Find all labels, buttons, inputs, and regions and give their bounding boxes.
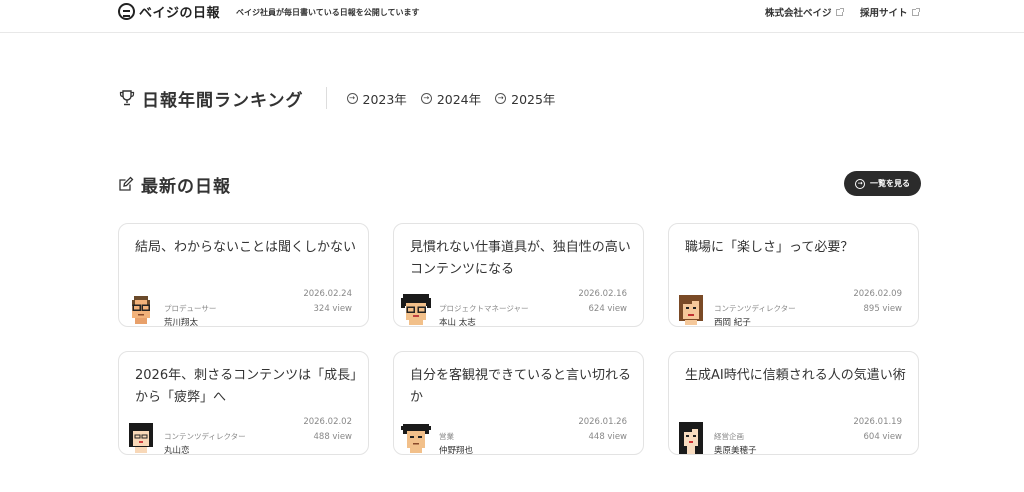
article-card[interactable]: 見慣れない仕事道具が、独自性の高いコンテンツになる 2026.02.16 624…	[393, 223, 644, 328]
article-title: 2026年、刺さるコンテンツは「成長」から「疲弊」へ	[135, 368, 357, 405]
article-title: 職場に「楽しさ」って必要？	[685, 240, 854, 255]
article-title: 結局、わからないことは聞くしかない	[135, 240, 357, 255]
arrow-right-icon: →	[420, 92, 432, 104]
avatar	[679, 422, 703, 454]
avatar	[401, 424, 431, 453]
ranking-year-2023-link[interactable]: → 2023年	[346, 89, 407, 108]
author-name: 西岡 紀子	[714, 318, 751, 328]
author-role: コンテンツディレクター	[164, 432, 246, 441]
avatar	[401, 294, 431, 325]
article-date: 2026.02.02	[303, 417, 352, 427]
external-link-icon	[835, 7, 844, 16]
author-name: 奥原美穂子	[714, 446, 757, 456]
article-views: 895 view	[863, 304, 903, 314]
year-label: 2023年	[362, 91, 407, 107]
author-name: 丸山恋	[164, 446, 190, 456]
nav-link-recruit-label: 採用サイト	[860, 8, 908, 19]
article-views: 448 view	[588, 432, 628, 442]
arrow-right-icon: →	[855, 178, 865, 189]
arrow-right-icon: →	[346, 92, 358, 104]
article-title: 生成AI時代に信頼される人の気遣い術	[685, 368, 906, 383]
site-tagline: ベイジ社員が毎日書いている日報を公開しています	[236, 8, 420, 17]
arrow-right-icon: →	[495, 92, 507, 104]
article-card[interactable]: 自分を客観視できていると言い切れるか 2026.01.26 448 view 営…	[393, 351, 644, 456]
logo-mark-icon	[118, 3, 135, 20]
section-divider	[325, 87, 327, 109]
site-header: ベイジの日報 ベイジ社員が毎日書いている日報を公開しています 株式会社ベイジ 採…	[0, 0, 1024, 33]
edit-icon	[119, 176, 134, 191]
article-title: 見慣れない仕事道具が、独自性の高いコンテンツになる	[410, 240, 631, 277]
article-views: 488 view	[313, 432, 353, 442]
latest-title: 最新の日報	[141, 176, 231, 197]
article-date: 2026.02.16	[578, 289, 627, 299]
view-all-button[interactable]: → 一覧を見る	[844, 171, 921, 196]
author-name: 荒川翔太	[164, 318, 199, 328]
view-all-label: 一覧を見る	[870, 179, 910, 188]
trophy-icon	[119, 90, 135, 106]
article-date: 2026.01.26	[578, 417, 627, 427]
latest-section-heading: 最新の日報	[118, 172, 231, 197]
nav-link-company[interactable]: 株式会社ベイジ	[765, 5, 844, 19]
article-date: 2026.01.19	[853, 417, 902, 427]
article-card[interactable]: 結局、わからないことは聞くしかない 2026.02.24 324 view プロ…	[118, 223, 369, 328]
author-role: コンテンツディレクター	[714, 304, 796, 313]
author-name: 本山 太志	[439, 318, 476, 328]
author-role: 営業	[439, 432, 454, 441]
external-link-icon	[911, 7, 920, 16]
article-views: 604 view	[863, 432, 903, 442]
article-card[interactable]: 2026年、刺さるコンテンツは「成長」から「疲弊」へ 2026.02.02 48…	[118, 351, 369, 456]
ranking-section: 日報年間ランキング → 2023年 → 2024年 → 2025年	[118, 86, 569, 111]
ranking-year-2024-link[interactable]: → 2024年	[420, 89, 482, 108]
article-title: 自分を客観視できていると言い切れるか	[410, 368, 632, 405]
article-date: 2026.02.24	[303, 289, 352, 299]
logo-text: ベイジの日報	[139, 6, 221, 21]
year-label: 2025年	[511, 91, 556, 107]
nav-link-company-label: 株式会社ベイジ	[765, 8, 832, 19]
ranking-title: 日報年間ランキング	[142, 90, 304, 111]
nav-link-recruit[interactable]: 採用サイト	[860, 5, 920, 19]
author-name: 仲野翔也	[439, 446, 474, 456]
avatar	[132, 296, 150, 324]
article-views: 324 view	[313, 304, 353, 314]
author-role: プロデューサー	[164, 304, 217, 313]
author-role: プロジェクトマネージャー	[439, 304, 529, 313]
article-card[interactable]: 職場に「楽しさ」って必要？ 2026.02.09 895 view コンテンツデ…	[668, 223, 919, 328]
article-date: 2026.02.09	[853, 289, 902, 299]
article-views: 624 view	[588, 304, 628, 314]
article-card[interactable]: 生成AI時代に信頼される人の気遣い術 2026.01.19 604 view 経…	[668, 351, 919, 456]
avatar	[129, 423, 153, 453]
year-label: 2024年	[436, 91, 482, 107]
ranking-year-2025-link[interactable]: → 2025年	[495, 89, 555, 108]
site-logo[interactable]: ベイジの日報	[118, 2, 220, 21]
author-role: 経営企画	[714, 432, 744, 441]
avatar	[679, 295, 703, 325]
